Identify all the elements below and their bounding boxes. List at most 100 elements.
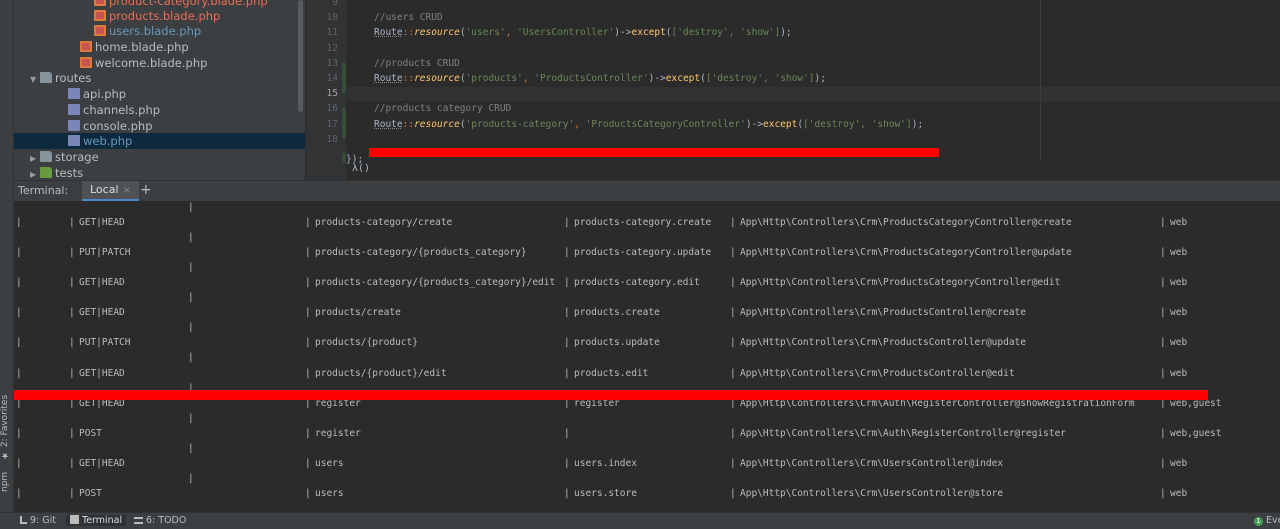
route-method-cell: POST [79,427,102,439]
pipe-char: | [564,247,570,259]
code-line[interactable]: //products CRUD [374,57,460,71]
pipe-char: | [16,367,22,379]
pipe-char: | [188,412,194,424]
pipe-char: | [69,367,75,379]
route-class: Route [374,118,403,130]
terminal-tab-label: Local [90,183,119,196]
add-terminal-icon[interactable]: + [140,182,152,198]
route-method-cell: GET|HEAD [79,217,125,228]
code-line[interactable]: Route::resource('products', 'ProductsCon… [374,72,826,86]
vcs-change-marker[interactable] [342,108,346,138]
route-action-cell: App\Http\Controllers\Crm\ProductsCategor… [740,247,1072,259]
route-name-cell: users.index [574,457,637,469]
pipe-char: | [305,247,311,259]
code-line[interactable]: //users CRUD [374,11,443,25]
tree-scrollbar[interactable] [298,0,303,112]
except-method: except [763,118,798,130]
table-row: | | GET|HEAD | products/create | products.crea… [14,306,1280,320]
table-row: | | PUT|PATCH | products/{product} | products.… [14,336,1280,350]
table-row: | | POST | register | | App\Http\Controllers\Cr… [14,427,1280,441]
code-line[interactable]: Route::resource('users', 'UsersControlle… [374,26,792,40]
terminal-tab-bar: Terminal: Local × + [14,180,1280,202]
pipe-char: | [188,202,194,213]
terminal-output[interactable]: | | | GET|HEAD | products-category/create | pro… [14,201,1280,512]
pipe-char: | [305,277,311,289]
route-name-cell: products.create [574,307,660,319]
event-count-badge: 1 [1254,517,1263,526]
current-line-highlight [346,87,1280,102]
php-file-icon [68,120,80,131]
terminal-icon [70,515,79,524]
collapse-arrow-icon[interactable]: ▶ [30,167,40,180]
route-mw-cell: web,guest [1170,427,1222,439]
controller-name-string: 'ProductsCategoryController' [585,118,746,130]
pipe-char: | [69,457,75,469]
route-name-cell: products.edit [574,367,649,379]
tree-item-label: console.php [83,119,153,133]
npm-tool-button[interactable]: npm [0,470,13,494]
route-name-cell: products.update [574,337,660,349]
left-tool-strip: ★ 2: Favorites npm [0,0,14,512]
red-highlight-bar-editor [369,148,939,157]
pipe-char: | [16,337,22,349]
controller-name-string: 'ProductsController' [534,73,649,84]
line-number: 14 [326,73,338,84]
line-number: 11 [326,27,338,39]
terminal-label: Terminal: [18,184,69,197]
terminal-tool-button[interactable]: Terminal [66,515,127,526]
closing-brace[interactable]: }); [346,153,363,167]
table-row: | | GET|HEAD | products-category/create | prod… [14,216,1280,230]
except-array: ['destroy', 'show'] [803,118,912,130]
route-mw-cell: web [1170,247,1188,259]
code-comment: //products CRUD [374,57,460,69]
pipe-char: | [564,427,570,439]
git-tool-label: 9: Git [30,515,56,526]
pipe-char: | [16,247,22,259]
pipe-char: | [16,307,22,319]
route-method-cell: GET|HEAD [79,457,125,469]
favorites-tool-button[interactable]: ★ 2: Favorites [0,392,13,462]
pipe-char: | [188,322,194,334]
table-row: | | PUT|PATCH | products-category/{products_… [14,246,1280,260]
pipe-char: | [1160,367,1166,379]
code-line[interactable]: Route::resource('products-category', 'Pr… [374,118,923,132]
pipe-char: | [730,337,736,349]
tree-item[interactable]: web.php [14,133,305,149]
blade-file-icon [80,41,92,52]
pipe-char: | [69,247,75,259]
close-icon[interactable]: × [123,185,131,196]
route-action-cell: App\Http\Controllers\Crm\ProductsControl… [740,367,1015,379]
git-tool-button[interactable]: 9: Git [20,515,56,526]
pipe-char: | [305,457,311,469]
event-log-button[interactable]: 1Eve [1254,515,1280,526]
except-array: ['destroy', 'show'] [671,27,781,39]
tree-item-label: routes [55,71,92,85]
line-number-gutter: 9 10 11 12 13 14 15 16 17 18 [306,0,346,180]
blade-file-icon [94,10,106,21]
code-comment: //users CRUD [374,12,443,24]
except-array: ['destroy', 'show'] [705,73,815,84]
php-file-icon [68,104,80,115]
pipe-char: | [564,277,570,289]
expand-arrow-icon[interactable]: ▼ [30,72,40,88]
folder-icon [40,72,52,83]
blade-file-icon [94,0,106,6]
code-line[interactable]: //products category CRUD [374,102,511,116]
route-action-cell: App\Http\Controllers\Crm\ProductsControl… [740,307,1026,319]
pipe-char: | [69,427,75,439]
pipe-char: | [305,427,311,439]
controller-name-string: 'UsersController' [517,27,615,39]
todo-tool-button[interactable]: 6: TODO [134,515,186,526]
route-action-cell: App\Http\Controllers\Crm\ProductsCategor… [740,217,1072,228]
comma: , [522,73,535,84]
statement-end: ); [911,118,924,130]
terminal-tab-local[interactable]: Local × [82,181,139,201]
route-class: Route [374,73,403,84]
route-uri-cell: products-category/create [315,217,453,228]
tree-item-label: product-category.blade.php [109,0,268,8]
pipe-char: | [188,292,194,304]
vcs-change-marker[interactable] [342,63,346,93]
project-tree-panel: product-category.blade.php products.blade… [14,0,305,180]
resource-function: resource [414,27,460,39]
pipe-char: | [730,277,736,289]
